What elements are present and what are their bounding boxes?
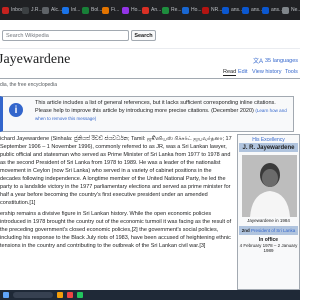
app-icon[interactable] — [77, 292, 83, 298]
tab-tools[interactable]: Tools — [285, 69, 298, 75]
tab-label: Fi... — [111, 7, 120, 13]
tab-favicon-icon — [2, 6, 9, 14]
browser-tab[interactable]: Ne... — [282, 3, 300, 17]
info-icon: i — [9, 103, 23, 117]
wiki-header: Search Wikipedia Search — [0, 22, 300, 49]
tab-favicon-icon — [242, 6, 249, 14]
infobox-name: J. R. Jayewardene — [239, 143, 298, 152]
office-dates: 4 February 1978 – 2 January 1989 — [239, 243, 298, 253]
tab-label: Re... — [171, 7, 182, 13]
translate-icon: 文A — [252, 59, 263, 65]
tab-favicon-icon — [162, 6, 169, 14]
tab-read[interactable]: Read — [223, 69, 237, 76]
browser-tab[interactable]: ans... — [242, 3, 263, 17]
tab-favicon-icon — [222, 6, 229, 14]
tab-view-history[interactable]: View history — [252, 69, 282, 75]
tab-favicon-icon — [182, 6, 189, 14]
search-input[interactable]: Search Wikipedia — [2, 30, 129, 41]
notice-text: This article includes a list of general … — [35, 100, 276, 114]
tab-label: Ho... — [131, 7, 142, 13]
role-link[interactable]: President of Sri Lanka — [251, 228, 295, 233]
paragraph-2: ership remains a divisive figure in Sri … — [0, 211, 232, 249]
tab-label: Inl... — [71, 7, 81, 13]
browser-tab[interactable]: Re... — [162, 3, 182, 17]
search-button[interactable]: Search — [131, 30, 156, 41]
browser-tab[interactable]: Inbox — [2, 3, 23, 17]
tab-label: An... — [151, 7, 162, 13]
tab-label: Ne... — [291, 7, 300, 13]
tab-favicon-icon — [262, 6, 269, 14]
browser-tab[interactable]: J.R... — [22, 3, 43, 17]
portrait-caption: Jayewardene in 1984 — [247, 218, 290, 223]
browser-tab[interactable]: ans... — [222, 3, 243, 17]
browser-icon[interactable] — [67, 292, 73, 298]
browser-tab[interactable]: An... — [142, 3, 161, 17]
tab-label: Ho... — [191, 7, 202, 13]
taskbar — [0, 290, 300, 300]
page-title: Jayewardene — [0, 52, 71, 67]
browser-tab[interactable]: Fi... — [102, 3, 119, 17]
infobox-role: 2nd President of Sri Lanka — [239, 226, 298, 235]
browser-tab[interactable]: Ho... — [122, 3, 142, 17]
tab-label: J.R... — [31, 7, 43, 13]
role-ordinal: 2nd — [241, 228, 250, 233]
browser-tab-strip: Inbox J.R... Alc... Inl... Bol... Fi... Ho... A… — [0, 0, 300, 20]
tab-favicon-icon — [102, 6, 109, 14]
view-tabs: Read Edit View history Tools — [0, 68, 300, 79]
search-placeholder: Search Wikipedia — [6, 32, 49, 39]
tab-favicon-icon — [202, 6, 209, 14]
tab-favicon-icon — [142, 6, 149, 14]
tab-favicon-icon — [82, 6, 89, 14]
citation-notice: i This article includes a list of genera… — [0, 96, 294, 132]
portrait-image[interactable] — [242, 155, 297, 217]
tab-edit[interactable]: Edit — [238, 69, 247, 75]
browser-tab[interactable]: Inl... — [62, 3, 80, 17]
site-tagline: dia, the free encyclopedia — [0, 82, 57, 88]
folder-icon[interactable] — [57, 292, 63, 298]
tab-favicon-icon — [22, 6, 29, 14]
language-count: 35 languages — [264, 57, 298, 64]
taskbar-search[interactable] — [13, 292, 53, 298]
infobox: His Excellency J. R. Jayewardene Jayewar… — [237, 134, 300, 290]
tab-label: Alc... — [51, 7, 63, 13]
browser-tab[interactable]: Alc... — [42, 3, 62, 17]
tab-favicon-icon — [42, 6, 49, 14]
browser-tab[interactable]: NR... — [202, 3, 222, 17]
browser-tab[interactable]: Bol... — [82, 3, 102, 17]
start-icon[interactable] — [3, 292, 9, 298]
tab-favicon-icon — [282, 6, 289, 14]
browser-tab[interactable]: ans... — [262, 3, 283, 17]
tab-label: Bol... — [91, 7, 103, 13]
article-body: ichard Jayewardene (Sinhala: ජුනියස් රිච… — [0, 135, 233, 253]
paragraph-1: ichard Jayewardene (Sinhala: ජුනියස් රිච… — [0, 136, 232, 206]
language-selector[interactable]: 文A 35 languages — [252, 56, 298, 66]
tab-label: NR... — [211, 7, 223, 13]
tab-favicon-icon — [62, 6, 69, 14]
browser-tab[interactable]: Ho... — [182, 3, 202, 17]
tab-favicon-icon — [122, 6, 129, 14]
